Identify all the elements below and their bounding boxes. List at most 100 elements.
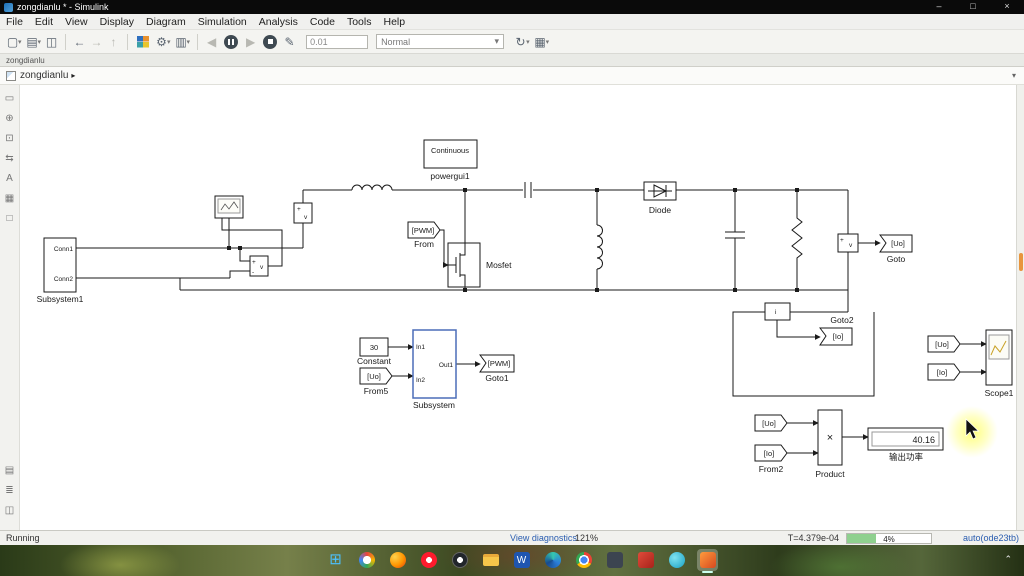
- app-icon-3: [668, 552, 685, 568]
- config-caret[interactable]: ▾: [167, 38, 171, 46]
- menu-view[interactable]: View: [59, 16, 94, 28]
- menu-edit[interactable]: Edit: [29, 16, 59, 28]
- block-voltage-measurement-top[interactable]: + v: [293, 202, 313, 224]
- svg-text:[Uo]: [Uo]: [935, 340, 949, 349]
- library-browser-icon[interactable]: [137, 35, 150, 48]
- minimize-button[interactable]: –: [922, 0, 956, 14]
- block-goto2-io[interactable]: Goto2 [Io]: [819, 315, 854, 346]
- menu-bar: File Edit View Display Diagram Simulatio…: [0, 14, 1024, 30]
- step-forward-icon[interactable]: ▶: [242, 31, 259, 53]
- opera-taskbar-icon[interactable]: [418, 549, 439, 571]
- pan-icon[interactable]: ⇆: [5, 153, 13, 164]
- breadcrumb-model[interactable]: zongdianlu: [20, 70, 68, 81]
- block-goto-uo[interactable]: [Uo] Goto: [879, 234, 913, 264]
- block-from-uo-power[interactable]: [Uo]: [754, 414, 788, 432]
- open-model-caret[interactable]: ▾: [38, 38, 42, 46]
- block-from2-io[interactable]: [Io] From2: [754, 444, 788, 474]
- block-display-power[interactable]: 40.16 输出功率: [867, 427, 944, 462]
- new-model-caret[interactable]: ▾: [18, 38, 22, 46]
- chrome-taskbar-icon[interactable]: [573, 549, 594, 571]
- hide-browser-icon[interactable]: ▭: [5, 93, 14, 104]
- menu-code[interactable]: Code: [304, 16, 341, 28]
- tray-chevron-icon[interactable]: ⌃: [1004, 554, 1012, 565]
- block-voltage-measurement-out[interactable]: + v: [837, 233, 859, 253]
- menu-simulation[interactable]: Simulation: [192, 16, 253, 28]
- solver-name[interactable]: auto(ode23tb): [963, 533, 1019, 543]
- explorer-caret[interactable]: ▾: [187, 38, 191, 46]
- block-powergui[interactable]: Continuous powergui1: [423, 139, 478, 181]
- svg-text:Out1: Out1: [439, 362, 453, 369]
- annotation-icon[interactable]: A: [6, 173, 13, 184]
- tune-icon[interactable]: ✎: [281, 31, 298, 53]
- breadcrumb-bar: zongdianlu ▸ ▾: [0, 67, 1024, 85]
- view-diagnostics-link[interactable]: View diagnostics: [510, 533, 577, 543]
- svg-text:[Uo]: [Uo]: [891, 239, 905, 248]
- area-icon[interactable]: □: [6, 213, 12, 224]
- menu-file[interactable]: File: [0, 16, 29, 28]
- block-product[interactable]: × Product: [815, 409, 845, 479]
- opera-icon: [420, 552, 437, 568]
- menu-display[interactable]: Display: [94, 16, 140, 28]
- pause-button[interactable]: [224, 34, 239, 49]
- app-taskbar-icon-3[interactable]: [666, 549, 687, 571]
- start-button[interactable]: ⊞: [325, 549, 346, 571]
- simulation-mode-dropdown[interactable]: Normal ▾: [376, 34, 505, 49]
- menu-tools[interactable]: Tools: [341, 16, 378, 28]
- block-current-measurement[interactable]: i: [764, 302, 791, 321]
- firefox-taskbar-icon[interactable]: [387, 549, 408, 571]
- refresh-caret[interactable]: ▾: [526, 38, 530, 46]
- stop-button[interactable]: [263, 34, 278, 49]
- obs-taskbar-icon[interactable]: [449, 549, 470, 571]
- block-from-uo-scope[interactable]: [Uo]: [927, 335, 961, 353]
- image-icon[interactable]: ▦: [5, 193, 14, 204]
- model-dock-tab[interactable]: zongdianlu: [6, 56, 45, 65]
- build-caret[interactable]: ▾: [546, 38, 550, 46]
- svg-text:[Uo]: [Uo]: [762, 419, 776, 428]
- svg-text:+: +: [297, 206, 301, 213]
- block-subsystem[interactable]: In1 In2 Out1 Subsystem: [412, 329, 457, 410]
- word-taskbar-icon[interactable]: W: [511, 549, 532, 571]
- sample-time-icon[interactable]: ▤: [5, 465, 14, 476]
- forward-icon[interactable]: →: [88, 31, 105, 53]
- simulink-taskbar-icon[interactable]: [697, 549, 718, 573]
- block-voltage-display[interactable]: [214, 195, 244, 219]
- menu-help[interactable]: Help: [377, 16, 411, 28]
- firefox-icon: [389, 552, 406, 568]
- vertical-scrollbar[interactable]: [1016, 85, 1024, 530]
- zoom-icon[interactable]: ⊕: [5, 113, 13, 124]
- model-canvas[interactable]: Continuous powergui1 Conn1 Conn2 Subsyst…: [20, 85, 1016, 530]
- block-diode[interactable]: Diode: [643, 181, 677, 215]
- save-icon[interactable]: ◫: [43, 31, 60, 53]
- app-taskbar-icon-1[interactable]: [604, 549, 625, 571]
- maximize-button[interactable]: □: [956, 0, 990, 14]
- app-icon-1: [606, 552, 623, 568]
- svg-text:[PWM]: [PWM]: [488, 359, 511, 368]
- breadcrumb-expander-icon[interactable]: ▾: [1012, 71, 1016, 80]
- step-back-icon[interactable]: ◀: [203, 31, 220, 53]
- svg-text:[Io]: [Io]: [764, 449, 774, 458]
- block-goto1-pwm[interactable]: [PWM] Goto1: [479, 354, 515, 383]
- block-from-io-scope[interactable]: [Io]: [927, 363, 961, 381]
- goto2-caption: Goto2: [830, 315, 853, 325]
- close-button[interactable]: ×: [990, 0, 1024, 14]
- menu-analysis[interactable]: Analysis: [253, 16, 304, 28]
- file-explorer-taskbar-icon[interactable]: [480, 549, 501, 571]
- simulation-stop-time-input[interactable]: [306, 34, 369, 49]
- back-icon[interactable]: ←: [71, 31, 88, 53]
- up-to-parent-icon[interactable]: ↑: [105, 31, 122, 53]
- block-voltage-measurement-left[interactable]: + - v: [249, 255, 269, 277]
- block-from5-uo[interactable]: [Uo] From5: [359, 367, 393, 396]
- search-button[interactable]: [356, 549, 377, 571]
- block-from-pwm[interactable]: [PWM] From: [407, 221, 441, 249]
- fit-view-icon[interactable]: ⊡: [5, 133, 13, 144]
- property-inspector-icon[interactable]: ◫: [5, 505, 14, 516]
- block-constant-30[interactable]: 30 Constant: [357, 337, 392, 366]
- block-scope1[interactable]: Scope1: [985, 329, 1014, 398]
- app-taskbar-icon-2[interactable]: [635, 549, 656, 571]
- menu-diagram[interactable]: Diagram: [140, 16, 192, 28]
- viewmarks-icon[interactable]: ≣: [5, 485, 13, 496]
- goto-uo-caption: Goto: [887, 254, 906, 264]
- edge-taskbar-icon[interactable]: [542, 549, 563, 571]
- edge-icon: [544, 552, 561, 568]
- block-mosfet[interactable]: Mosfet: [447, 242, 512, 288]
